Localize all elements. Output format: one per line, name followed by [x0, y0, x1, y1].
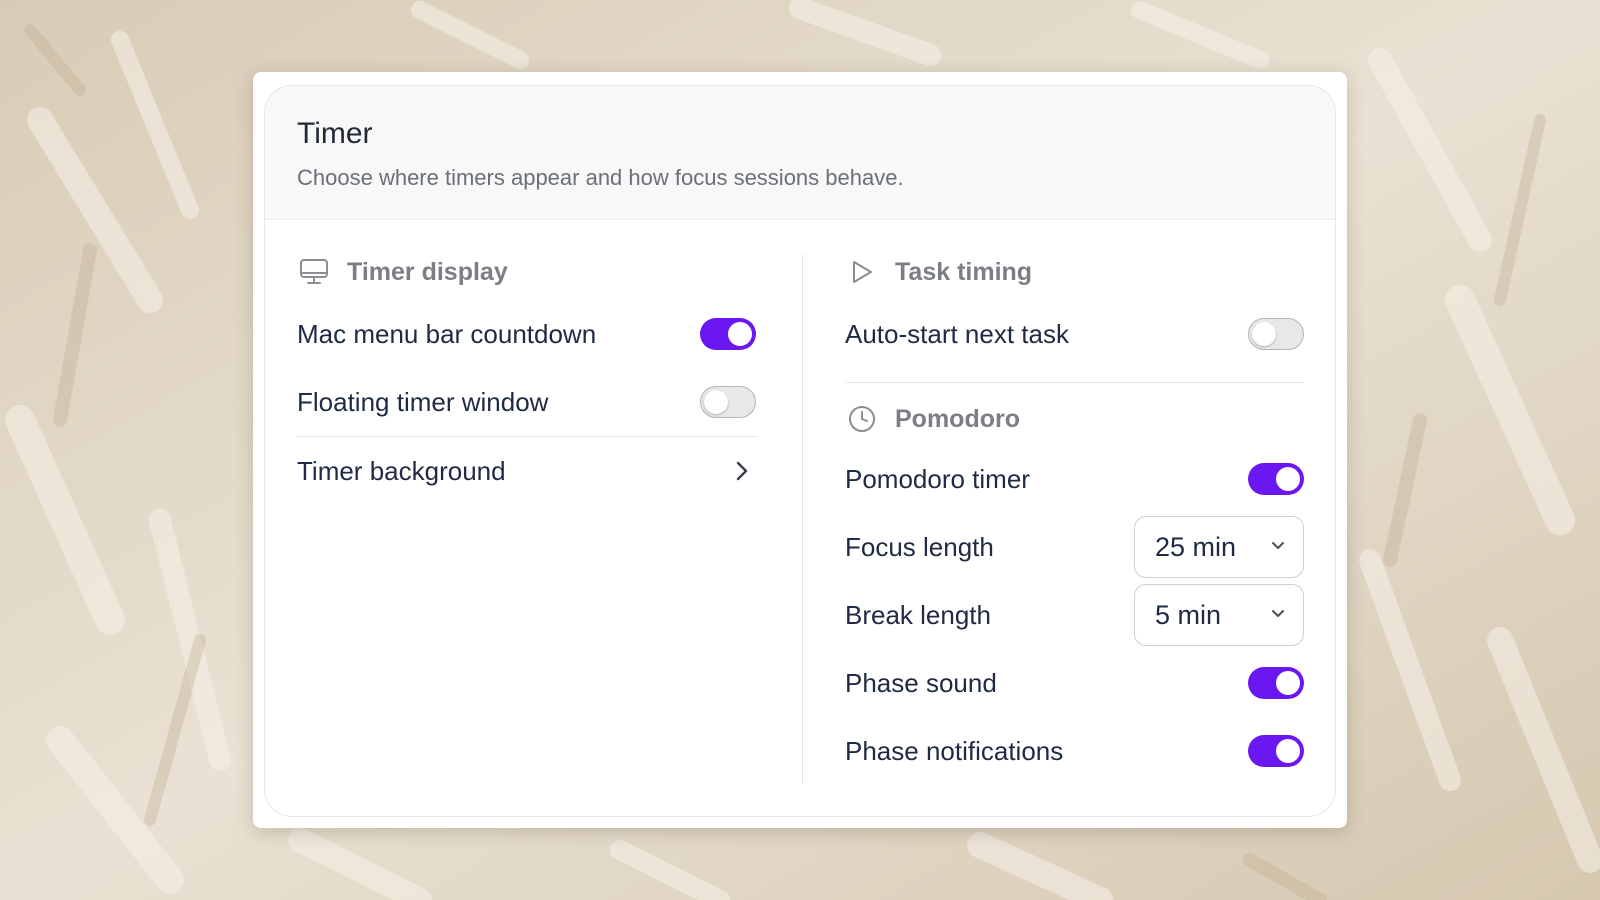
section-header-pomodoro: Pomodoro [845, 399, 1304, 439]
setting-row-pomodoro-timer: Pomodoro timer [845, 445, 1304, 513]
toggle-knob [1276, 467, 1300, 491]
menu-bar-countdown-toggle[interactable] [700, 318, 756, 350]
chevron-down-icon [1271, 538, 1285, 556]
page-subtitle: Choose where timers appear and how focus… [297, 165, 904, 190]
task-timing-column: Task timing Auto-start next task Pomodor… [845, 220, 1304, 785]
toggle-knob [1276, 739, 1300, 763]
setting-label: Phase sound [845, 667, 997, 698]
section-title: Pomodoro [895, 404, 1020, 433]
setting-label: Pomodoro timer [845, 463, 1030, 494]
column-divider [802, 254, 803, 784]
setting-label: Break length [845, 599, 991, 630]
setting-label: Phase notifications [845, 735, 1064, 766]
setting-label: Focus length [845, 531, 994, 562]
setting-label: Timer background [297, 455, 506, 486]
timer-settings-panel: Timer Choose where timers appear and how… [264, 85, 1336, 817]
setting-row-break-length: Break length 5 min [845, 581, 1304, 649]
phase-notifications-toggle[interactable] [1248, 735, 1304, 767]
phase-sound-toggle[interactable] [1248, 667, 1304, 699]
select-value: 25 min [1155, 531, 1237, 562]
break-length-select[interactable]: 5 min [1134, 584, 1304, 646]
settings-body: Timer display Mac menu bar countdown Flo… [265, 220, 1335, 816]
section-divider [845, 382, 1304, 383]
focus-length-select[interactable]: 25 min [1134, 516, 1304, 578]
clock-icon [845, 402, 879, 436]
play-icon [845, 255, 879, 289]
page-title: Timer [297, 117, 373, 150]
section-title: Task timing [895, 257, 1033, 286]
setting-row-phase-sound: Phase sound [845, 649, 1304, 717]
section-header-task-timing: Task timing [845, 252, 1304, 292]
setting-row-menu-bar-countdown: Mac menu bar countdown [297, 300, 756, 368]
timer-background-link[interactable]: Timer background [297, 437, 756, 505]
monitor-icon [297, 255, 331, 289]
settings-window: Timer Choose where timers appear and how… [253, 72, 1347, 828]
section-title: Timer display [347, 257, 508, 286]
toggle-knob [728, 322, 752, 346]
auto-start-next-task-toggle[interactable] [1248, 318, 1304, 350]
setting-row-auto-start: Auto-start next task [845, 300, 1304, 368]
toggle-knob [704, 389, 728, 414]
floating-timer-window-toggle[interactable] [700, 386, 756, 418]
section-header-timer-display: Timer display [297, 252, 756, 292]
chevron-right-icon [732, 459, 752, 483]
toggle-knob [1276, 671, 1300, 695]
setting-row-phase-notifications: Phase notifications [845, 717, 1304, 785]
setting-row-focus-length: Focus length 25 min [845, 513, 1304, 581]
setting-row-floating-window: Floating timer window [297, 368, 756, 436]
toggle-knob [1252, 321, 1276, 346]
chevron-down-icon [1271, 606, 1285, 624]
timer-display-section: Timer display Mac menu bar countdown Flo… [297, 220, 756, 505]
pomodoro-timer-toggle[interactable] [1248, 463, 1304, 495]
panel-header: Timer Choose where timers appear and how… [265, 86, 1335, 220]
setting-label: Auto-start next task [845, 318, 1069, 349]
setting-label: Floating timer window [297, 386, 549, 417]
setting-label: Mac menu bar countdown [297, 318, 597, 349]
select-value: 5 min [1155, 599, 1222, 630]
